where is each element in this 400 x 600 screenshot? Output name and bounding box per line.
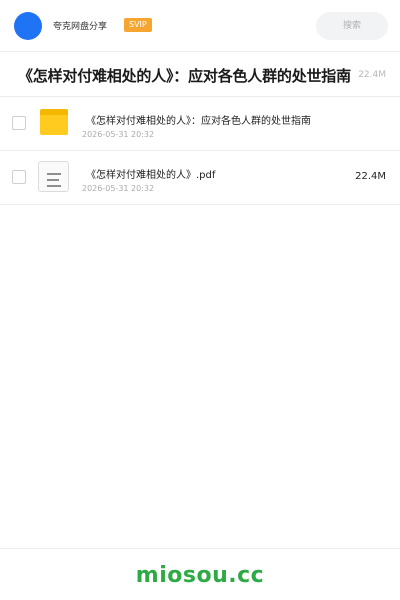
- search-input[interactable]: 搜索: [316, 12, 388, 40]
- footer: miosou.cc: [0, 548, 400, 600]
- folder-icon-body: [40, 115, 68, 135]
- document-icon-line: [47, 179, 59, 181]
- file-row-folder[interactable]: 《怎样对付难相处的人》：应对各色人群的处世指南 2026-05-31 20:32: [0, 97, 400, 151]
- page-title: 《怎样对付难相处的人》：应对各色人群的处世指南: [18, 67, 351, 85]
- file-date: 2026-05-31 20:32: [82, 184, 155, 193]
- document-icon: [38, 161, 69, 192]
- folder-icon: [40, 109, 68, 135]
- file-row-document[interactable]: 《怎样对付难相处的人》.pdf 2026-05-31 20:32 22.4M: [0, 151, 400, 205]
- share-title-bar: 22.4M 《怎样对付难相处的人》：应对各色人群的处世指南: [0, 53, 400, 97]
- file-size: 22.4M: [355, 171, 386, 182]
- top-header: 夸克网盘分享 SVIP 搜索: [0, 0, 400, 52]
- file-name[interactable]: 《怎样对付难相处的人》：应对各色人群的处世指南: [86, 112, 311, 127]
- row-checkbox[interactable]: [12, 170, 26, 184]
- file-name[interactable]: 《怎样对付难相处的人》.pdf: [86, 166, 215, 181]
- document-icon-line: [47, 185, 61, 187]
- document-icon-line: [47, 173, 61, 175]
- file-date: 2026-05-31 20:32: [82, 130, 155, 139]
- row-checkbox[interactable]: [12, 116, 26, 130]
- total-size: 22.4M: [358, 70, 386, 80]
- brand-label: 夸克网盘分享: [53, 22, 108, 32]
- svip-badge: SVIP: [124, 18, 152, 32]
- avatar[interactable]: [14, 12, 42, 40]
- watermark-text: miosou.cc: [135, 563, 265, 588]
